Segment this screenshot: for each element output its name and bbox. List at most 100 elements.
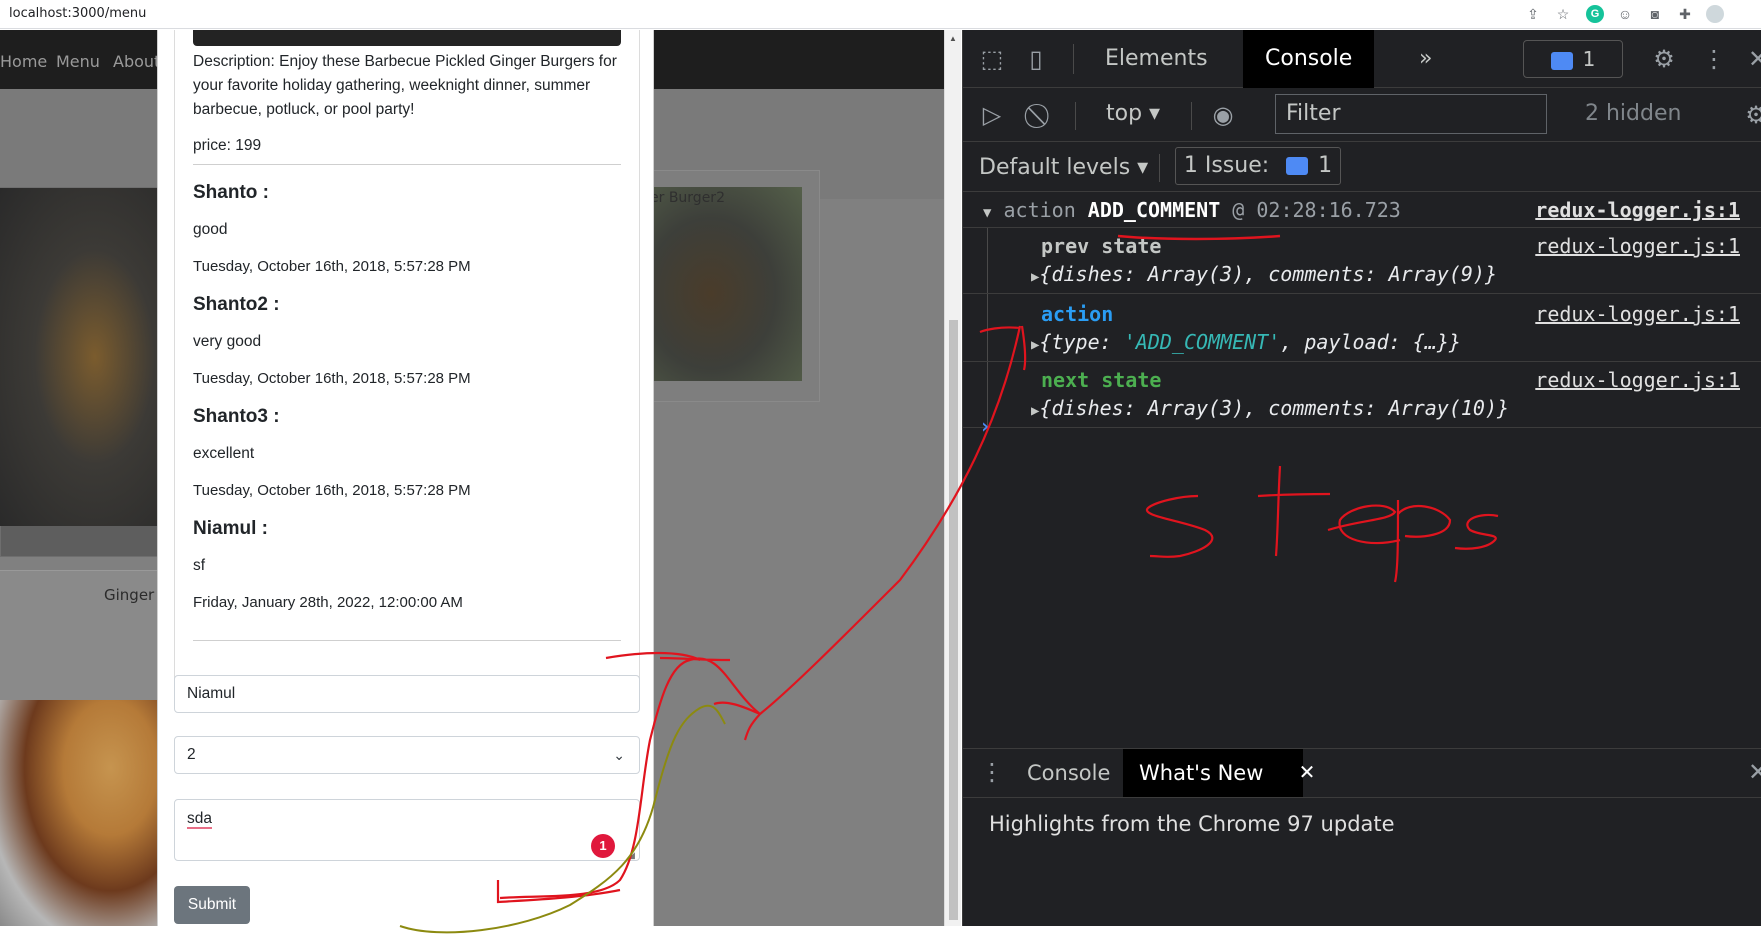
log-source-link[interactable]: redux-logger.js:1 (1535, 302, 1740, 326)
drawer-tab-whats-new[interactable]: What's New (1123, 749, 1304, 797)
action-label: action (1041, 302, 1114, 326)
comment-text: good (193, 221, 228, 238)
eye-icon[interactable]: ◉ (1203, 100, 1243, 130)
more-tabs-icon[interactable]: » (1411, 30, 1440, 88)
grammarly-icon[interactable]: G (1586, 5, 1604, 23)
separator (1075, 102, 1076, 130)
star-icon[interactable]: ☆ (1554, 5, 1572, 23)
whats-new-headline: Highlights from the Chrome 97 update (989, 812, 1395, 836)
console-prompt[interactable]: › (979, 414, 991, 438)
sidebar-toggle-icon[interactable]: ▷ (977, 100, 1007, 130)
comment-textarea-value: sda (187, 810, 212, 829)
console-filter-input[interactable]: Filter (1275, 94, 1547, 134)
log-entry-action: action redux-logger.js:1 ▶{type: 'ADD_CO… (963, 294, 1761, 362)
bottom-edge (0, 926, 1761, 936)
log-levels-dropdown[interactable]: Default levels ▾ (979, 150, 1148, 186)
rating-select[interactable]: 2 ⌄ (174, 736, 640, 774)
clear-console-icon[interactable]: ⃠ (1027, 100, 1057, 130)
prev-state-object: {dishes: Array(3), comments: Array(9)} (1039, 262, 1497, 286)
gear-icon[interactable]: ⚙ (1649, 44, 1679, 74)
rating-select-value: 2 (187, 746, 196, 763)
dish-detail-modal: Description: Enjoy these Barbecue Pickle… (157, 30, 654, 926)
prev-state-label: prev state (1041, 234, 1162, 258)
tab-elements[interactable]: Elements (1083, 30, 1230, 88)
comment-author: Shanto2 : (193, 294, 280, 315)
prev-state-value[interactable]: ▶{dishes: Array(3), comments: Array(9)} (1031, 262, 1497, 286)
comment-text: sf (193, 557, 206, 574)
divider (193, 640, 621, 641)
tab-console[interactable]: Console (1243, 30, 1375, 88)
action-value[interactable]: ▶{type: 'ADD_COMMENT', payload: {…}} (1031, 330, 1461, 354)
next-state-value[interactable]: ▶{dishes: Array(3), comments: Array(10)} (1031, 396, 1509, 420)
next-state-object: {dishes: Array(3), comments: Array(10)} (1039, 396, 1510, 420)
chevron-down-icon: ⌄ (613, 747, 625, 763)
scroll-up-arrow-icon[interactable]: ▲ (949, 34, 957, 43)
submit-button[interactable]: Submit (174, 886, 250, 924)
devtools-drawer-tabbar: ⋮ Console What's New ✕ ✕ (963, 748, 1761, 798)
nav-menu[interactable]: Menu (56, 52, 100, 71)
log-source-link[interactable]: redux-logger.js:1 (1535, 198, 1740, 222)
log-source-link[interactable]: redux-logger.js:1 (1535, 368, 1740, 392)
issues-counter[interactable]: 1 (1523, 40, 1623, 78)
share-icon[interactable]: ⇪ (1524, 5, 1542, 23)
issue-count: 1 (1318, 153, 1333, 178)
puzzle-icon[interactable]: ✚ (1676, 5, 1694, 23)
message-bubble-icon (1286, 157, 1309, 175)
dish-card-title: er Burger2 (650, 190, 725, 206)
log-timestamp: @ 02:28:16.723 (1220, 198, 1401, 222)
separator (1159, 154, 1160, 182)
drawer-tab-console[interactable]: Console (1011, 749, 1126, 797)
burger2-image (650, 187, 802, 381)
separator (1073, 44, 1074, 74)
comment-author: Niamul : (193, 518, 268, 539)
log-row: ▼ action ADD_COMMENT @ 02:28:16.723 (983, 198, 1401, 222)
log-levels-value: Default levels (979, 155, 1131, 180)
profile-icon[interactable] (1706, 5, 1724, 23)
kebab-menu-icon[interactable]: ⋮ (1699, 44, 1729, 74)
extension-face-icon[interactable]: ☺ (1616, 5, 1634, 23)
log-source-link[interactable]: redux-logger.js:1 (1535, 234, 1740, 258)
action-object-start: {type: (1039, 330, 1124, 354)
log-action-type: ADD_COMMENT (1087, 198, 1221, 222)
log-group-header[interactable]: ▼ action ADD_COMMENT @ 02:28:16.723 redu… (963, 192, 1761, 228)
comment-date: Tuesday, October 16th, 2018, 5:57:28 PM (193, 482, 471, 499)
devtools-tabbar: ⬚ ▯ Elements Console » 1 ⚙ ⋮ ✕ (963, 30, 1761, 88)
close-drawer-icon[interactable]: ✕ (1743, 757, 1761, 787)
close-tab-icon[interactable]: ✕ (1295, 757, 1319, 787)
page-scrollbar[interactable]: ▲ (944, 30, 961, 926)
dish-price: price: 199 (193, 137, 262, 154)
url-text[interactable]: localhost:3000/menu (9, 6, 146, 21)
scrollbar-thumb[interactable] (949, 320, 958, 920)
hidden-messages-count: 2 hidden (1585, 101, 1682, 126)
drawer-menu-icon[interactable]: ⋮ (977, 757, 1007, 787)
comment-text: very good (193, 333, 262, 350)
nav-about[interactable]: About (113, 52, 160, 71)
dish-description: Description: Enjoy these Barbecue Pickle… (193, 53, 617, 118)
author-input[interactable]: Niamul (174, 675, 640, 713)
camera-icon[interactable]: ◙ (1646, 5, 1664, 23)
close-devtools-icon[interactable]: ✕ (1743, 44, 1761, 74)
devtools-panel: ⬚ ▯ Elements Console » 1 ⚙ ⋮ ✕ ▷ ⃠ top ▾… (962, 30, 1761, 926)
burger-image (0, 700, 158, 926)
comment-textarea[interactable]: sda (174, 799, 640, 861)
fries-image (0, 188, 158, 526)
log-entry-prev-state: prev state redux-logger.js:1 ▶{dishes: A… (963, 228, 1761, 294)
console-settings-icon[interactable]: ⚙ (1741, 100, 1761, 130)
action-object-end: , payload: {…}} (1280, 330, 1461, 354)
resize-handle-icon[interactable]: ◢ (628, 850, 635, 861)
comment-author: Shanto3 : (193, 406, 280, 427)
separator (1191, 102, 1192, 130)
context-selector[interactable]: top ▾ (1106, 96, 1160, 132)
comment-text: excellent (193, 445, 255, 462)
device-toolbar-icon[interactable]: ▯ (1021, 44, 1051, 74)
nav-home[interactable]: Home (0, 52, 47, 71)
dish-image (193, 30, 621, 46)
grammarly-badge[interactable]: 1 (591, 834, 615, 858)
browser-address-bar[interactable]: localhost:3000/menu ⇪ ☆ G ☺ ◙ ✚ (0, 0, 1761, 29)
action-type-string: 'ADD_COMMENT' (1123, 330, 1281, 354)
issues-button[interactable]: 1 Issue: 1 (1175, 147, 1341, 185)
issues-count: 1 (1582, 47, 1596, 71)
comment-date: Tuesday, October 16th, 2018, 5:57:28 PM (193, 370, 471, 387)
inspect-element-icon[interactable]: ⬚ (977, 44, 1007, 74)
log-header-prefix: action (1003, 198, 1088, 222)
